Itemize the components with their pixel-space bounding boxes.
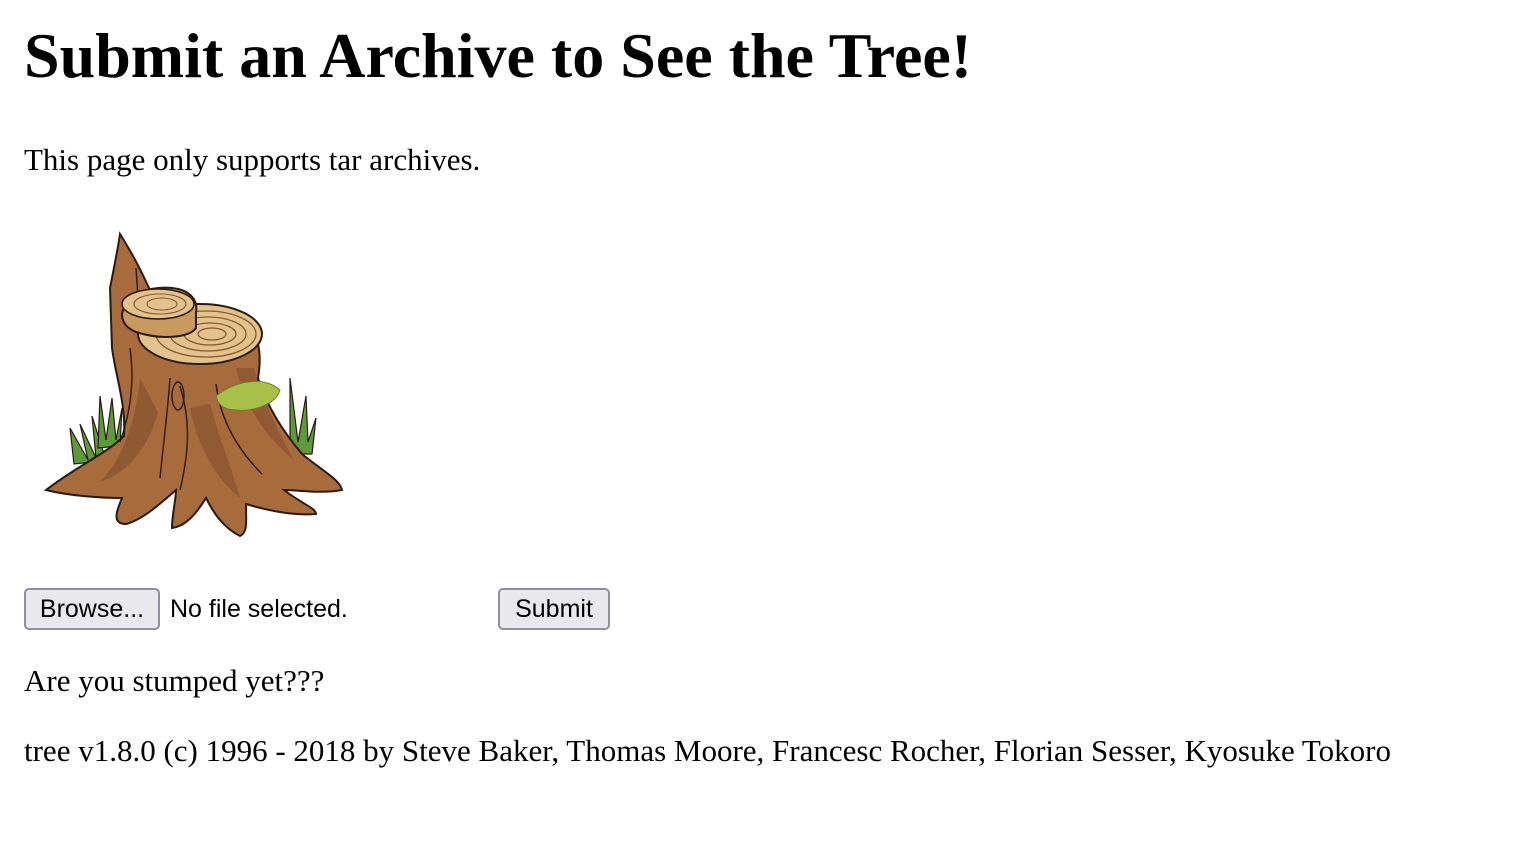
file-status: No file selected. <box>170 595 348 623</box>
tree-stump-icon <box>43 231 344 538</box>
upload-form: Browse... No file selected. Submit <box>24 588 624 630</box>
intro-text: This page only supports tar archives. <box>24 142 481 177</box>
footer-credits: tree v1.8.0 (c) 1996 - 2018 by Steve Bak… <box>24 733 1391 768</box>
submit-button[interactable]: Submit <box>498 588 610 630</box>
tree-stump-image <box>40 228 350 540</box>
stumped-message: Are you stumped yet??? <box>24 663 325 698</box>
page-title: Submit an Archive to See the Tree! <box>24 20 973 91</box>
browse-button[interactable]: Browse... <box>24 588 160 630</box>
